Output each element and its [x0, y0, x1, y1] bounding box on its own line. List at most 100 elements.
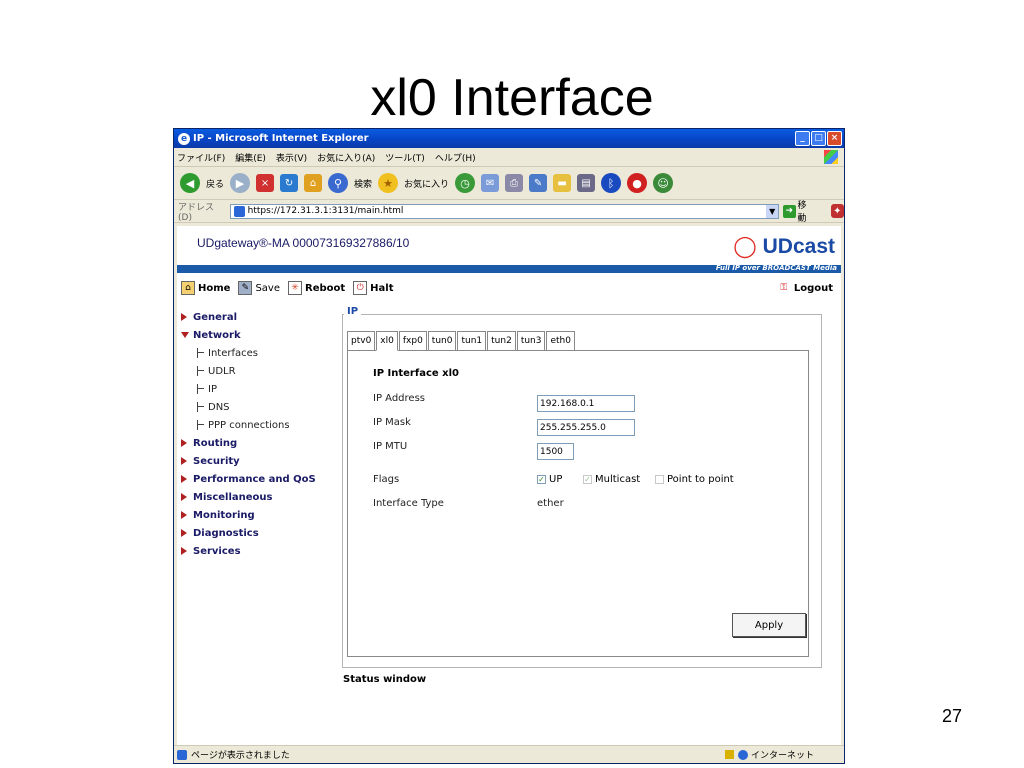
stop-icon[interactable]: ×	[256, 174, 275, 192]
address-dropdown-icon[interactable]: ▼	[766, 204, 779, 218]
expand-icon	[181, 457, 187, 465]
toolbar: ◀ 戻る ▶ × ↻ ⌂ ⚲ 検索 ★ お気に入り ◷ ✉ ⎙ ✎ ▬ ▤ ᛒ …	[174, 167, 844, 200]
udcast-logo: ◯ UDcast	[733, 235, 835, 258]
search-label[interactable]: 検索	[354, 177, 372, 190]
interface-panel: IP Interface xl0 IP Address 192.168.0.1 …	[347, 350, 809, 657]
menu-edit[interactable]: 編集(E)	[235, 151, 266, 164]
tab-fxp0[interactable]: fxp0	[398, 331, 427, 350]
nav-ip[interactable]: IP	[181, 380, 331, 398]
nav-routing[interactable]: Routing	[181, 434, 331, 452]
home-button[interactable]: ⌂ Home	[181, 281, 230, 295]
nav-udlr[interactable]: UDLR	[181, 362, 331, 380]
maximize-button[interactable]: □	[811, 131, 826, 146]
save-button[interactable]: ✎ Save	[238, 281, 280, 295]
back-label[interactable]: 戻る	[206, 177, 224, 190]
nav-interfaces[interactable]: Interfaces	[181, 344, 331, 362]
page-number: 27	[941, 706, 962, 726]
tab-tun1[interactable]: tun1	[457, 331, 487, 350]
ie-icon: e	[178, 132, 190, 145]
nav-general[interactable]: General	[181, 308, 331, 326]
multicast-label: Multicast	[595, 474, 641, 485]
nav-ppp[interactable]: PPP connections	[181, 416, 331, 434]
nav-network[interactable]: Network	[181, 326, 331, 344]
address-url[interactable]: https://172.31.3.1:3131/main.html	[248, 206, 767, 216]
menu-view[interactable]: 表示(V)	[276, 151, 307, 164]
go-arrow-icon: ➜	[783, 204, 796, 218]
ip-mask-input[interactable]: 255.255.255.0	[537, 419, 635, 436]
back-icon[interactable]: ◀	[180, 173, 200, 193]
interface-tabs: ptv0 xl0 fxp0 tun0 tun1 tun2 tun3 eth0	[347, 331, 576, 351]
browser-window: e IP - Microsoft Internet Explorer _ □ ×…	[173, 128, 845, 764]
nav-services[interactable]: Services	[181, 542, 331, 560]
tree-branch-icon	[197, 402, 205, 412]
expand-icon	[181, 493, 187, 501]
tree-branch-icon	[197, 348, 205, 358]
reboot-label: Reboot	[305, 282, 346, 294]
expand-icon	[181, 313, 187, 321]
forward-icon[interactable]: ▶	[230, 173, 251, 193]
menu-file[interactable]: ファイル(F)	[177, 151, 225, 164]
ip-address-input[interactable]: 192.168.0.1	[537, 395, 635, 412]
nav-performance[interactable]: Performance and QoS	[181, 470, 331, 488]
save-icon: ✎	[238, 281, 253, 295]
pdf-icon[interactable]: ✦	[830, 204, 844, 218]
halt-button[interactable]: ⏻ Halt	[353, 281, 394, 295]
nav-diagnostics[interactable]: Diagnostics	[181, 524, 331, 542]
tab-tun2[interactable]: tun2	[487, 331, 516, 350]
logout-button[interactable]: ⚿ Logout	[777, 281, 833, 295]
home-label: Home	[198, 282, 231, 294]
expand-icon	[181, 511, 187, 519]
close-button[interactable]: ×	[827, 131, 842, 146]
menu-tools[interactable]: ツール(T)	[385, 151, 425, 164]
bluetooth-icon[interactable]: ᛒ	[601, 173, 622, 193]
contacts-icon[interactable]: ☺	[653, 173, 674, 193]
mail-icon[interactable]: ✉	[481, 174, 500, 192]
ip-legend: IP	[344, 306, 362, 317]
tab-tun3[interactable]: tun3	[516, 331, 546, 350]
home-icon[interactable]: ⌂	[304, 174, 323, 192]
tab-ptv0[interactable]: ptv0	[347, 331, 376, 350]
minimize-button[interactable]: _	[795, 131, 810, 146]
globe-icon	[737, 749, 748, 760]
tab-eth0[interactable]: eth0	[546, 331, 575, 350]
status-window-label: Status window	[343, 674, 427, 685]
nav-monitoring[interactable]: Monitoring	[181, 506, 331, 524]
history-icon[interactable]: ◷	[455, 173, 476, 193]
lock-icon	[724, 750, 734, 759]
go-button[interactable]: ➜ 移動	[783, 198, 814, 224]
apply-button[interactable]: Apply	[732, 613, 806, 637]
favorites-icon[interactable]: ★	[378, 173, 399, 193]
flag-up[interactable]: ✓ UP	[537, 474, 562, 485]
p2p-label: Point to point	[667, 474, 734, 485]
page-icon	[233, 205, 245, 217]
device-id: UDgateway®-MA 000073169327886/10	[197, 236, 410, 250]
power-icon: ⏻	[353, 281, 368, 295]
app-header: UDgateway®-MA 000073169327886/10 ◯ UDcas…	[177, 226, 841, 273]
sidebar-nav: General Network Interfaces UDLR IP DNS P…	[181, 308, 331, 560]
nav-dns[interactable]: DNS	[181, 398, 331, 416]
refresh-icon[interactable]: ↻	[280, 174, 299, 192]
tab-tun0[interactable]: tun0	[427, 331, 457, 350]
favorites-label[interactable]: お気に入り	[404, 177, 449, 190]
menu-help[interactable]: ヘルプ(H)	[435, 151, 476, 164]
research-icon[interactable]: ▤	[577, 174, 596, 192]
reboot-button[interactable]: ✳ Reboot	[288, 281, 345, 295]
ip-mtu-input[interactable]: 1500	[537, 443, 574, 460]
window-titlebar: e IP - Microsoft Internet Explorer _ □ ×	[174, 129, 844, 148]
address-input[interactable]: https://172.31.3.1:3131/main.html ▼	[229, 203, 780, 219]
tree-branch-icon	[197, 366, 205, 376]
print-icon[interactable]: ⎙	[505, 174, 524, 192]
folder-icon[interactable]: ▬	[553, 174, 572, 192]
nav-security[interactable]: Security	[181, 452, 331, 470]
up-checkbox[interactable]: ✓	[537, 475, 546, 484]
search-icon[interactable]: ⚲	[328, 173, 349, 193]
nav-miscellaneous[interactable]: Miscellaneous	[181, 488, 331, 506]
tab-xl0[interactable]: xl0	[376, 331, 398, 351]
messenger-icon[interactable]: ●	[627, 173, 648, 193]
up-label: UP	[549, 474, 563, 485]
edit-icon[interactable]: ✎	[529, 174, 548, 192]
expand-icon	[181, 529, 187, 537]
key-icon: ⚿	[780, 283, 788, 293]
menu-favorites[interactable]: お気に入り(A)	[317, 151, 375, 164]
reboot-icon: ✳	[288, 281, 302, 295]
